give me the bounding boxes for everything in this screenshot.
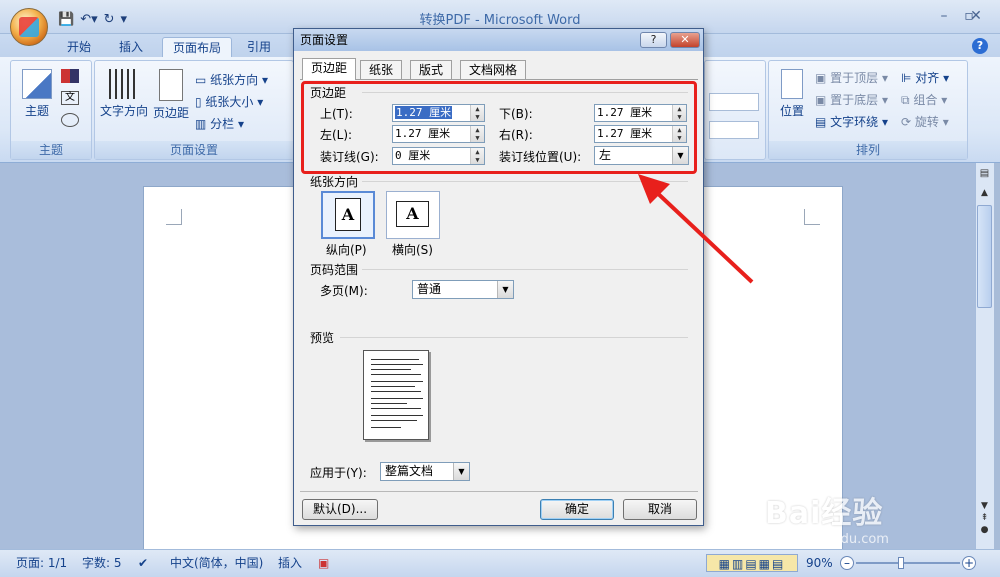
window-title: 转换PDF - Microsoft Word — [419, 13, 581, 28]
tab-document-grid[interactable]: 文档网格 — [460, 60, 527, 79]
multiple-pages-select[interactable]: 普通 ▼ — [412, 280, 514, 299]
bring-front-button[interactable]: ▣ 置于顶层 ▾ — [815, 69, 888, 86]
theme-fonts-icon[interactable]: 文 — [61, 91, 79, 105]
group-button[interactable]: ⧉ 组合 ▾ — [901, 91, 947, 108]
spacing-field-2[interactable] — [709, 121, 759, 139]
spacing-field[interactable] — [709, 93, 759, 111]
tab-references[interactable]: 引用 — [237, 37, 281, 58]
pages-section-title: 页码范围 — [310, 263, 359, 277]
group-arrange: 位置 ▣ 置于顶层 ▾ ▣ 置于底层 ▾ ▤ 文字环绕 ▾ ⊫ 对齐 ▾ ⧉ 组… — [768, 60, 968, 160]
send-back-button[interactable]: ▣ 置于底层 ▾ — [815, 91, 888, 108]
group-theme-label: 主题 — [11, 141, 91, 159]
set-default-button[interactable]: 默认(D)... — [302, 499, 378, 520]
group-page-setup-label: 页面设置 — [95, 141, 293, 159]
highlight-box — [301, 81, 697, 174]
theme-icon — [22, 69, 52, 99]
group-page-setup: 文字方向 页边距 ▭ 纸张方向 ▾ ▯ 纸张大小 ▾ ▥ 分栏 ▾ 页面设置 — [94, 60, 294, 160]
theme-button[interactable]: 主题 — [19, 69, 55, 119]
status-mode[interactable]: 插入 — [278, 554, 302, 572]
macro-icon[interactable]: ▣ — [318, 554, 329, 572]
apply-to-select[interactable]: 整篇文档 ▼ — [380, 462, 470, 481]
office-logo-icon — [19, 17, 39, 37]
landscape-label: 横向(S) — [392, 243, 433, 257]
office-button[interactable] — [10, 8, 48, 46]
margins-icon — [159, 69, 183, 101]
tab-layout[interactable]: 版式 — [410, 60, 453, 79]
scroll-up-icon[interactable]: ▲ — [977, 188, 992, 202]
tab-home[interactable]: 开始 — [57, 37, 101, 58]
status-page[interactable]: 页面: 1/1 — [16, 554, 67, 572]
tab-paper[interactable]: 纸张 — [360, 60, 403, 79]
cancel-button[interactable]: 取消 — [623, 499, 697, 520]
margin-corner-tr — [804, 209, 820, 225]
ok-button[interactable]: 确定 — [540, 499, 614, 520]
status-zoom[interactable]: 90% — [806, 554, 833, 572]
orientation-button[interactable]: ▭ 纸张方向 ▾ — [195, 71, 268, 88]
text-direction-button[interactable]: 文字方向 — [99, 69, 149, 119]
rotate-button[interactable]: ⟳ 旋转 ▾ — [901, 113, 949, 130]
group-theme: 主题 文 主题 — [10, 60, 92, 160]
close-window-button[interactable]: ✕ — [962, 8, 990, 24]
ruler-toggle-icon[interactable]: ▤ — [977, 168, 992, 183]
baidu-watermark: Bai经验 jingyan.baidu.com — [765, 496, 889, 547]
tab-page-layout[interactable]: 页面布局 — [162, 37, 233, 58]
landscape-icon: A — [396, 201, 429, 227]
position-icon — [781, 69, 803, 99]
status-language[interactable]: 中文(简体，中国) — [170, 554, 263, 572]
portrait-option[interactable]: A — [321, 191, 375, 239]
chevron-down-icon: ▼ — [497, 281, 513, 298]
text-direction-icon — [109, 69, 139, 99]
help-icon[interactable]: ? — [972, 38, 988, 54]
preview-section-title: 预览 — [310, 331, 335, 345]
chevron-down-icon: ▼ — [453, 463, 469, 480]
margin-corner-tl — [166, 209, 182, 225]
tab-insert[interactable]: 插入 — [109, 37, 153, 58]
tab-margins[interactable]: 页边距 — [302, 58, 357, 80]
multiple-pages-label: 多页(M): — [320, 284, 368, 298]
divider — [340, 337, 688, 338]
zoom-slider[interactable]: – + — [840, 554, 976, 572]
portrait-icon: A — [335, 198, 361, 231]
orientation-section-title: 纸张方向 — [310, 175, 359, 189]
columns-button[interactable]: ▥ 分栏 ▾ — [195, 115, 244, 132]
minimize-button[interactable]: – — [930, 8, 958, 24]
scroll-thumb[interactable] — [977, 205, 992, 308]
landscape-option[interactable]: A — [386, 191, 440, 239]
annotation-arrow — [638, 174, 754, 284]
spellcheck-icon[interactable]: ✔ — [138, 554, 148, 572]
align-button[interactable]: ⊫ 对齐 ▾ — [901, 69, 949, 86]
status-words[interactable]: 字数: 5 — [82, 554, 122, 572]
theme-colors-icon[interactable] — [61, 69, 79, 83]
dialog-help-button[interactable]: ? — [640, 32, 667, 48]
size-button[interactable]: ▯ 纸张大小 ▾ — [195, 93, 263, 110]
theme-effects-icon[interactable] — [61, 113, 79, 127]
apply-to-label: 应用于(Y): — [310, 466, 367, 480]
view-buttons[interactable]: ▦▥▤▦▤ — [706, 554, 798, 572]
preview-thumbnail — [363, 350, 429, 440]
dialog-close-button[interactable]: ✕ — [670, 32, 700, 48]
divider — [300, 491, 698, 492]
margins-button[interactable]: 页边距 — [153, 69, 189, 121]
group-arrange-label: 排列 — [769, 141, 967, 159]
position-button[interactable]: 位置 — [775, 69, 809, 119]
portrait-label: 纵向(P) — [326, 243, 367, 257]
group-paragraph-partial — [704, 60, 766, 160]
text-wrap-button[interactable]: ▤ 文字环绕 ▾ — [815, 113, 888, 130]
